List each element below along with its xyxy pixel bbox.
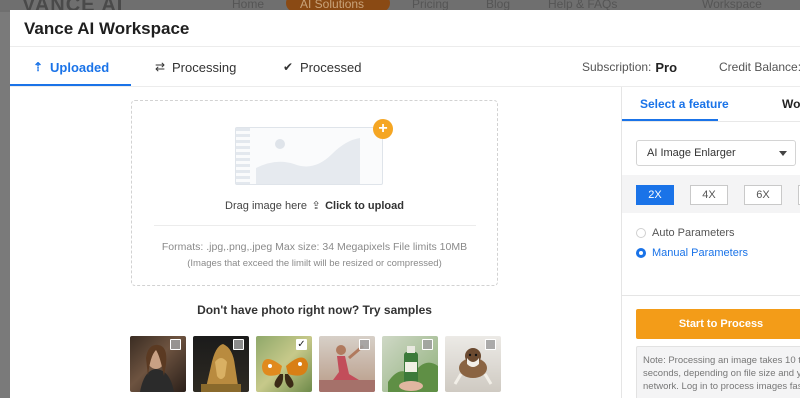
samples-title: Don't have photo right now? Try samples bbox=[197, 303, 432, 317]
note-line: network. Log in to process images fas bbox=[643, 381, 800, 392]
sample-thumbnail-woman-portrait[interactable] bbox=[130, 336, 186, 392]
tab-select-feature[interactable]: Select a feature bbox=[640, 87, 729, 121]
scale-button-6x[interactable]: 6X bbox=[744, 185, 782, 205]
upload-arrow-icon: ⇡ bbox=[32, 60, 44, 74]
note-line: seconds, depending on file size and y bbox=[643, 368, 800, 379]
sample-checkbox[interactable] bbox=[359, 339, 370, 350]
formats-text: Formats: .jpg,.png,.jpeg Max size: 34 Me… bbox=[161, 241, 468, 253]
credit-balance: Credit Balance: bbox=[719, 60, 800, 74]
note-line: Note: Processing an image takes 10 t bbox=[643, 355, 800, 366]
drag-instruction: Drag image here ⇪ Click to upload bbox=[132, 199, 497, 212]
upload-dropzone[interactable]: + Drag image here ⇪ Click to upload Form… bbox=[131, 100, 498, 286]
subscription-value: Pro bbox=[655, 59, 678, 75]
sample-thumbnail-golden-statue[interactable] bbox=[193, 336, 249, 392]
add-image-button[interactable]: + bbox=[373, 119, 393, 139]
image-placeholder-icon bbox=[235, 127, 383, 185]
divider bbox=[154, 225, 476, 226]
sample-thumbnail-butterfly[interactable]: ✓ bbox=[256, 336, 312, 392]
upload-icon: ⇪ bbox=[311, 200, 321, 212]
sample-thumbnail-yoga-woman[interactable] bbox=[319, 336, 375, 392]
feature-select[interactable]: AI Image Enlarger bbox=[636, 140, 796, 166]
tab-workflow[interactable]: Wo bbox=[782, 87, 800, 121]
sample-checkbox[interactable] bbox=[233, 339, 244, 350]
scale-button-4x[interactable]: 4X bbox=[690, 185, 728, 205]
sample-checkbox-checked[interactable]: ✓ bbox=[296, 339, 307, 350]
scale-options: 2X 4X 6X bbox=[622, 175, 800, 213]
tab-label: Processing bbox=[172, 59, 237, 75]
tab-uploaded[interactable]: ⇡ Uploaded bbox=[32, 47, 109, 87]
modal-title: Vance AI Workspace bbox=[24, 19, 190, 38]
divider bbox=[622, 295, 800, 296]
sample-checkbox[interactable] bbox=[170, 339, 181, 350]
radio-label: Auto Parameters bbox=[652, 227, 735, 239]
tab-processed[interactable]: ✔ Processed bbox=[282, 47, 361, 87]
radio-unchecked-icon bbox=[636, 228, 646, 238]
sample-thumbnail-dog-jumping[interactable] bbox=[445, 336, 501, 392]
feature-select-value: AI Image Enlarger bbox=[647, 147, 736, 159]
tab-processing[interactable]: ⇄ Processing bbox=[154, 47, 236, 87]
radio-manual-parameters[interactable]: Manual Parameters bbox=[636, 247, 748, 259]
workspace-modal: Vance AI Workspace ⇡ Uploaded ⇄ Processi… bbox=[10, 10, 800, 398]
subscription-label: Subscription: bbox=[582, 60, 652, 74]
workspace-tabs: ⇡ Uploaded ⇄ Processing ✔ Processed Subs… bbox=[10, 47, 800, 87]
subscription-info: Subscription: Pro bbox=[582, 47, 677, 87]
radio-checked-icon bbox=[636, 248, 646, 258]
radio-auto-parameters[interactable]: Auto Parameters bbox=[636, 227, 735, 239]
click-to-upload-link[interactable]: Click to upload bbox=[325, 200, 404, 212]
divider bbox=[622, 121, 800, 122]
start-to-process-button[interactable]: Start to Process bbox=[636, 309, 800, 339]
scale-button-2x[interactable]: 2X bbox=[636, 185, 674, 205]
radio-label: Manual Parameters bbox=[652, 247, 748, 259]
processing-note: Note: Processing an image takes 10 t sec… bbox=[636, 346, 800, 398]
tab-label: Processed bbox=[300, 59, 362, 75]
sample-checkbox[interactable] bbox=[485, 339, 496, 350]
drag-text: Drag image here bbox=[225, 200, 307, 212]
sample-checkbox[interactable] bbox=[422, 339, 433, 350]
resize-note: (Images that exceed the limilt will be r… bbox=[187, 258, 442, 269]
caret-down-icon bbox=[779, 151, 787, 156]
refresh-icon: ⇄ bbox=[154, 60, 166, 74]
settings-panel: Select a feature Wo AI Image Enlarger 2X… bbox=[621, 87, 800, 398]
check-circle-icon: ✔ bbox=[282, 60, 294, 74]
tab-label: Uploaded bbox=[50, 59, 110, 75]
sample-thumbnail-green-bottle[interactable] bbox=[382, 336, 438, 392]
